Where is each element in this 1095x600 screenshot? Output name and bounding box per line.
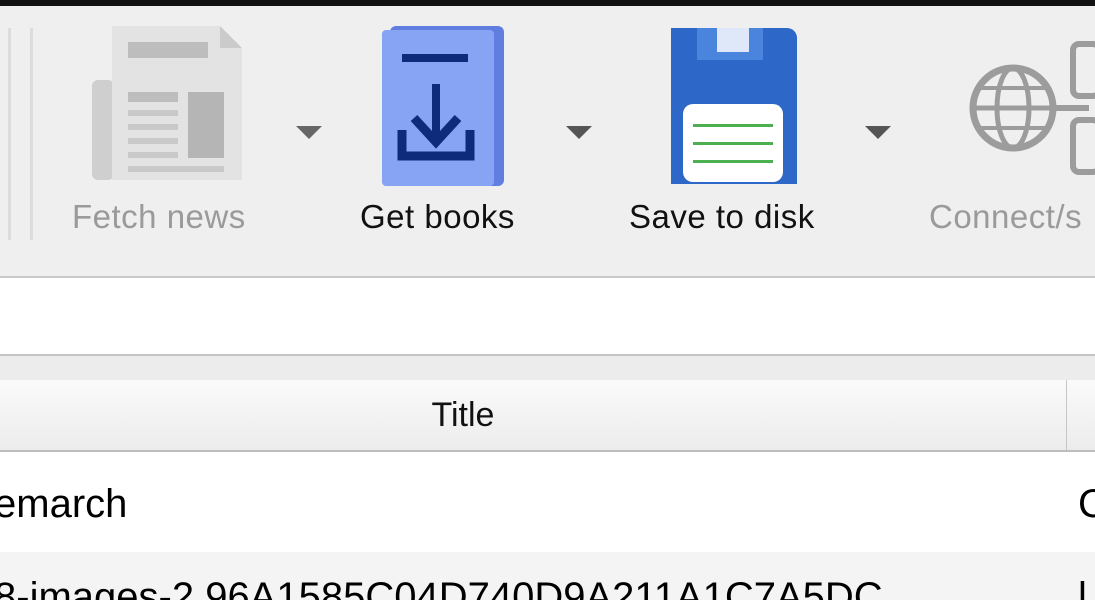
toolbar-separator <box>8 28 11 240</box>
get-books-label: Get books <box>360 198 515 235</box>
cell-next-column: l <box>1078 575 1087 600</box>
connect-share-label: Connect/s <box>929 198 1083 235</box>
fetch-news-button[interactable]: Fetch news <box>60 6 340 276</box>
cell-title: emarch <box>0 482 128 526</box>
book-download-icon <box>382 26 504 186</box>
get-books-button[interactable]: Get books <box>350 6 610 276</box>
globe-network-icon <box>969 41 1095 175</box>
toolbar-separator <box>30 28 33 240</box>
get-books-dropdown-arrow[interactable] <box>566 126 592 139</box>
table-row[interactable]: 8-images-2.96A1585C04D740D9A211A1C7A5DC … <box>0 552 1095 600</box>
fetch-news-dropdown-arrow[interactable] <box>296 126 322 139</box>
cell-title: 8-images-2.96A1585C04D740D9A211A1C7A5DC <box>0 575 883 600</box>
table-row[interactable]: emarch C <box>0 476 1095 532</box>
connect-share-button[interactable]: Connect/s <box>925 6 1095 276</box>
search-bar-area[interactable] <box>0 278 1095 356</box>
newspaper-icon <box>92 26 242 180</box>
panel-divider <box>0 356 1095 380</box>
fetch-news-label: Fetch news <box>72 198 246 235</box>
save-to-disk-button[interactable]: Save to disk <box>625 6 905 276</box>
column-header-title-label: Title <box>431 395 495 434</box>
column-header-title[interactable]: Title <box>0 380 1067 450</box>
save-to-disk-label: Save to disk <box>629 198 815 235</box>
table-header: Title <box>0 380 1095 452</box>
cell-next-column: C <box>1078 482 1095 526</box>
floppy-disk-icon <box>671 28 797 184</box>
toolbar: Fetch news Get books Save to disk Connec… <box>0 6 1095 278</box>
save-to-disk-dropdown-arrow[interactable] <box>865 126 891 139</box>
